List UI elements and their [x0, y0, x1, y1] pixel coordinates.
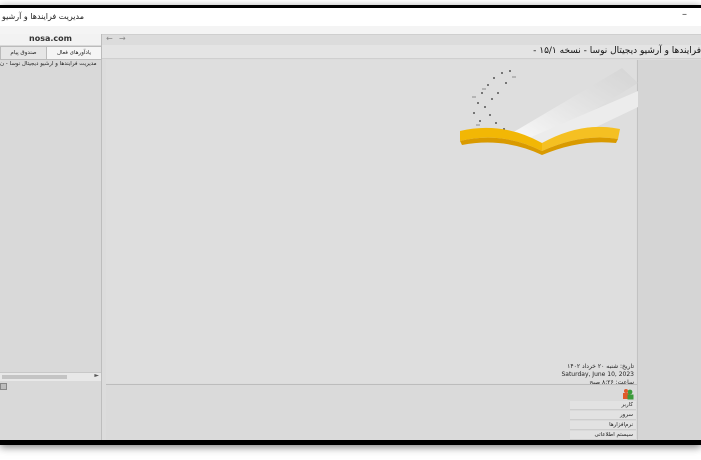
forward-icon[interactable]: → [119, 34, 126, 43]
window-title: مدیریت فرایندها و آرشیو [2, 12, 84, 21]
date-persian: تاریخ: شنبه ۲۰ خرداد ۱۴۰۲ [567, 363, 634, 370]
date-english: Saturday, June 10, 2023 [561, 371, 634, 378]
back-icon[interactable]: ← [106, 34, 113, 43]
header-bar: فرایندها و آرشیو دیجیتال نوسا - نسخه ۱۵/… [102, 45, 701, 59]
title-bar: مدیریت فرایندها و آرشیو – [0, 8, 701, 26]
menu-item-software[interactable]: نرم‌افزارها [570, 421, 636, 430]
menu-item-user[interactable]: کاربر [570, 401, 636, 410]
nosa-logo-image [460, 68, 638, 155]
tab-bar: یادآورهای فعال صندوق پیام [0, 46, 102, 60]
page-title: فرایندها و آرشیو دیجیتال نوسا - نسخه ۱۵/… [533, 46, 701, 56]
left-panel: nosa.com یادآورهای فعال صندوق پیام مدیری… [0, 34, 102, 440]
checkbox[interactable] [0, 383, 7, 390]
menu-item-server[interactable]: سرور [570, 411, 636, 420]
scrollbar-thumb[interactable] [2, 375, 67, 379]
logo-text: nosa.com [29, 34, 72, 43]
minimize-icon[interactable]: – [682, 9, 687, 20]
scroll-right-icon[interactable]: ► [94, 372, 99, 379]
nav-bar: ← → [102, 34, 701, 44]
tree-item-root[interactable]: مدیریت فرایندها و آرشیو دیجیتال نوسا - ن [0, 61, 101, 67]
users-icon[interactable] [622, 388, 634, 400]
app-window: مدیریت فرایندها و آرشیو – nosa.com یادآو… [0, 8, 701, 440]
tab-active-reminders[interactable]: یادآورهای فعال [46, 46, 102, 60]
menu-item-info-system[interactable]: سیستم اطلاعاتی [570, 431, 636, 440]
right-strip [637, 60, 701, 440]
logo-bar: nosa.com [0, 34, 101, 45]
bottom-panel [106, 385, 637, 440]
tab-message-box[interactable]: صندوق پیام [0, 46, 47, 60]
horizontal-scrollbar[interactable]: ► [0, 372, 101, 381]
